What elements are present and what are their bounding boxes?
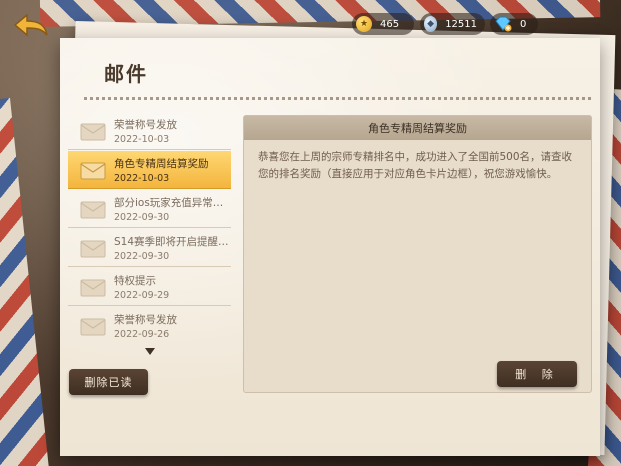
mail-date: 2022-10-03 [114, 133, 170, 145]
mail-date: 2022-09-26 [114, 328, 170, 340]
mail-list-item[interactable]: 角色专精周结算奖励 2022-10-03 [68, 151, 231, 189]
gold-currency: ★ 465 [352, 13, 414, 35]
mail-subject: 荣誉称号发放 [114, 118, 177, 131]
back-arrow-icon [13, 13, 48, 37]
envelope-icon [80, 318, 106, 335]
mail-detail-panel: 角色专精周结算奖励 恭喜您在上周的宗师专精排名中，成功进入了全国前500名，请查… [243, 115, 592, 393]
mail-date: 2022-09-30 [114, 211, 170, 223]
mail-list-item[interactable]: 荣誉称号发放 2022-10-03 [68, 112, 231, 150]
mail-subject: 特权提示 [114, 274, 156, 287]
title-divider [84, 97, 594, 100]
envelope-icon [80, 240, 106, 257]
scroll-down-icon[interactable] [145, 348, 155, 355]
mail-list-item[interactable]: S14赛季即将开启提醒… 2022-09-30 [68, 229, 231, 267]
gold-amount: 465 [380, 18, 400, 30]
mail-list-item[interactable]: 部分ios玩家充值异常… 2022-09-30 [68, 190, 231, 228]
mail-date: 2022-09-29 [114, 289, 170, 301]
page-title: 邮件 [104, 62, 148, 86]
envelope-icon [80, 279, 106, 296]
mail-list[interactable]: 荣誉称号发放 2022-10-03 角色专精周结算奖励 2022-10-03 部分ios… [68, 112, 231, 344]
envelope-icon [80, 201, 106, 218]
envelope-icon [80, 162, 106, 179]
delete-read-button[interactable]: 删除已读 [69, 369, 148, 395]
delete-button[interactable]: 删 除 [497, 361, 577, 387]
diamond-amount: 0 [520, 18, 527, 30]
mail-subject: 角色专精周结算奖励 [114, 157, 209, 170]
mail-detail-body: 恭喜您在上周的宗师专精排名中，成功进入了全国前500名，请查收您的排名奖励（直接… [258, 151, 573, 180]
diamond-plus-icon [494, 16, 512, 32]
diamond-currency[interactable]: 0 [490, 13, 538, 35]
back-button[interactable] [10, 10, 52, 40]
mail-list-item[interactable]: 荣誉称号发放 2022-09-26 [68, 307, 231, 344]
mail-subject: S14赛季即将开启提醒… [114, 235, 229, 248]
mail-date: 2022-10-03 [114, 172, 170, 184]
silver-coin-icon: ◆ [424, 16, 438, 32]
mail-list-item[interactable]: 特权提示 2022-09-29 [68, 268, 231, 306]
mail-subject: 部分ios玩家充值异常… [114, 196, 224, 209]
silver-amount: 12511 [445, 18, 477, 30]
silver-currency: ◆ 12511 [420, 13, 485, 35]
mail-detail-title: 角色专精周结算奖励 [244, 116, 591, 140]
gold-coin-icon: ★ [356, 16, 372, 32]
mail-subject: 荣誉称号发放 [114, 313, 177, 326]
envelope-icon [80, 123, 106, 140]
mail-date: 2022-09-30 [114, 250, 170, 262]
